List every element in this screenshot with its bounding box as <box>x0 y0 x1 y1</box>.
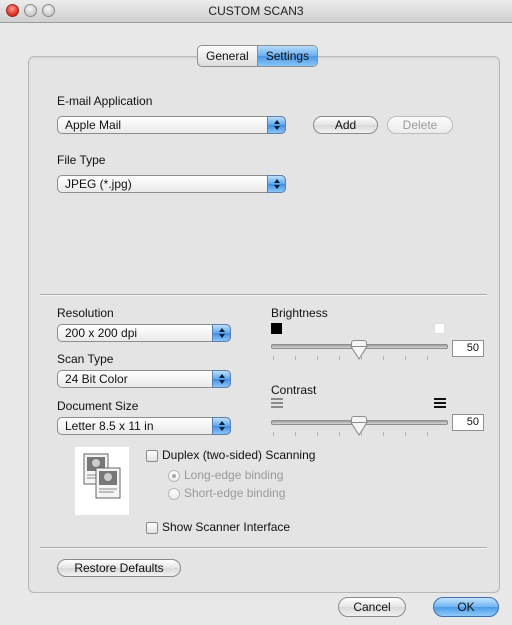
email-application-popup[interactable]: Apple Mail <box>57 116 286 134</box>
window-title: CUSTOM SCAN3 <box>208 4 304 18</box>
popup-arrow-icon <box>267 175 286 193</box>
brightness-light-icon <box>434 323 445 334</box>
restore-defaults-button[interactable]: Restore Defaults <box>57 559 181 577</box>
duplex-preview-icon <box>75 447 129 515</box>
contrast-value-field[interactable]: 50 <box>452 414 484 431</box>
scan-type-label: Scan Type <box>57 352 114 366</box>
brightness-label: Brightness <box>271 306 328 320</box>
contrast-label: Contrast <box>271 383 317 397</box>
add-button[interactable]: Add <box>313 116 378 134</box>
title-bar: CUSTOM SCAN3 <box>0 0 512 23</box>
email-application-value: Apple Mail <box>65 118 122 132</box>
document-size-label: Document Size <box>57 399 139 413</box>
contrast-high-icon <box>434 398 446 408</box>
duplex-checkbox[interactable] <box>146 450 158 462</box>
tab-general[interactable]: General <box>198 46 257 66</box>
popup-arrow-icon <box>212 370 231 388</box>
document-size-popup[interactable]: Letter 8.5 x 11 in <box>57 417 231 435</box>
scan-type-value: 24 Bit Color <box>65 372 128 386</box>
resolution-popup[interactable]: 200 x 200 dpi <box>57 324 231 342</box>
short-edge-label: Short-edge binding <box>184 486 286 500</box>
duplex-label: Duplex (two-sided) Scanning <box>162 448 316 462</box>
contrast-low-icon <box>271 398 283 408</box>
email-application-label: E-mail Application <box>57 94 153 108</box>
scan-type-popup[interactable]: 24 Bit Color <box>57 370 231 388</box>
cancel-button[interactable]: Cancel <box>338 597 406 617</box>
tab-bar: General Settings <box>197 45 319 67</box>
brightness-ticks <box>273 356 443 360</box>
show-scanner-interface-label: Show Scanner Interface <box>162 520 291 534</box>
long-edge-label: Long-edge binding <box>184 468 284 482</box>
delete-button[interactable]: Delete <box>387 116 453 134</box>
popup-arrow-icon <box>212 324 231 342</box>
resolution-value: 200 x 200 dpi <box>65 326 138 340</box>
popup-arrow-icon <box>267 116 286 134</box>
ok-button[interactable]: OK <box>433 597 499 617</box>
separator <box>40 294 487 296</box>
document-size-value: Letter 8.5 x 11 in <box>65 419 154 433</box>
brightness-value-field[interactable]: 50 <box>452 340 484 357</box>
long-edge-radio[interactable] <box>168 470 180 482</box>
file-type-label: File Type <box>57 153 106 167</box>
show-scanner-interface-checkbox[interactable] <box>146 522 158 534</box>
tab-settings[interactable]: Settings <box>256 46 318 66</box>
short-edge-radio[interactable] <box>168 488 180 500</box>
contrast-ticks <box>273 432 443 436</box>
brightness-dark-icon <box>271 323 282 334</box>
popup-arrow-icon <box>212 417 231 435</box>
file-type-popup[interactable]: JPEG (*.jpg) <box>57 175 286 193</box>
separator <box>40 547 487 549</box>
file-type-value: JPEG (*.jpg) <box>65 177 132 191</box>
resolution-label: Resolution <box>57 306 114 320</box>
